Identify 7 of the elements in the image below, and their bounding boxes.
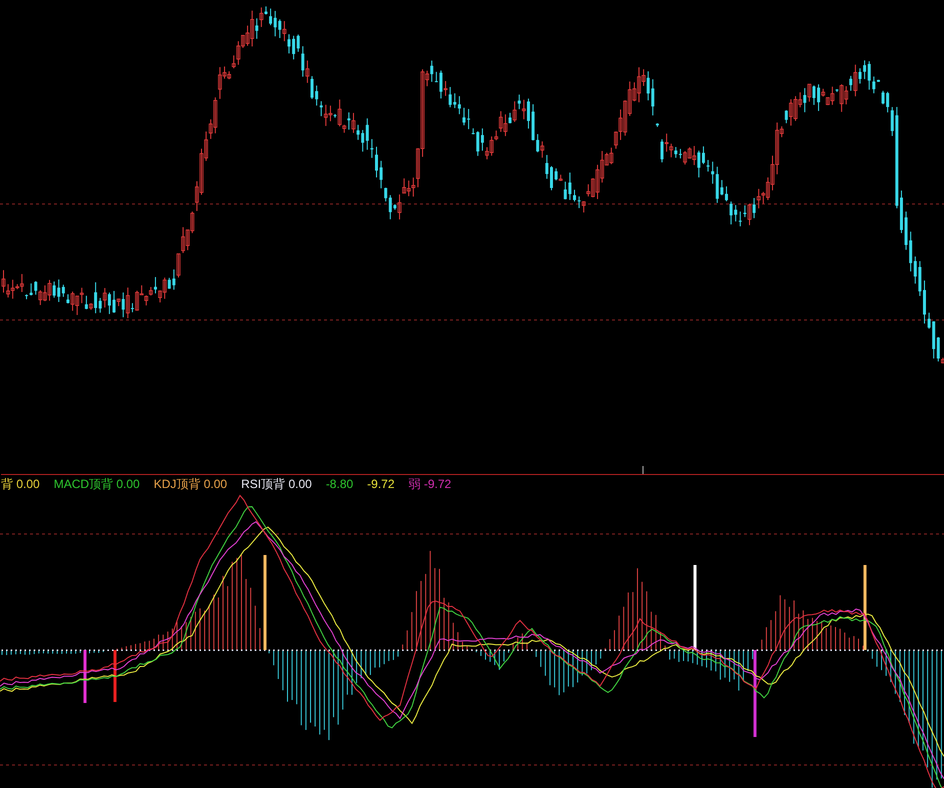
indicator-label: MACD顶背 0.00: [54, 478, 140, 490]
indicator-label: -8.80: [326, 478, 354, 490]
indicator-label: -9.72: [367, 478, 395, 490]
indicator-label: RSI顶背 0.00: [241, 478, 312, 490]
indicator-label: 背 0.00: [1, 478, 40, 490]
indicator-label: KDJ顶背 0.00: [154, 478, 228, 490]
indicator-label: 弱 -9.72: [408, 478, 452, 490]
